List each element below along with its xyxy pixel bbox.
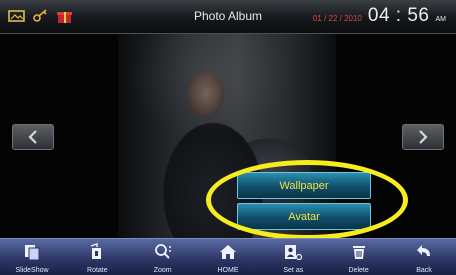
slideshow-button[interactable]: SlideShow (4, 239, 60, 275)
back-button[interactable]: Back (396, 239, 452, 275)
zoom-icon (154, 244, 171, 259)
rotate-button[interactable]: Rotate (69, 239, 125, 275)
clock: 01 / 22 / 2010 04 : 56 AM (313, 5, 446, 27)
slideshow-icon (25, 245, 40, 261)
set-as-icon (285, 245, 303, 261)
status-bar: Photo Album 01 / 22 / 2010 04 : 56 AM (0, 0, 456, 34)
zoom-label: Zoom (153, 267, 172, 274)
ampm-text: AM (435, 16, 447, 23)
rotate-label: Rotate (87, 267, 108, 274)
home-button[interactable]: HOME (200, 239, 256, 275)
delete-button[interactable]: Delete (331, 239, 387, 275)
trash-icon (352, 246, 365, 259)
chevron-left-icon (28, 130, 37, 144)
time-text: 04 : 56 (367, 5, 430, 26)
back-label: Back (416, 267, 432, 274)
home-icon (219, 245, 236, 259)
delete-label: Delete (348, 267, 369, 274)
set-as-label: Set as (283, 267, 304, 274)
bottom-toolbar: SlideShow Rotate Zoom HOME Set as Delete… (0, 238, 456, 275)
rotate-icon (91, 243, 102, 259)
photo-album-screen: Photo Album 01 / 22 / 2010 04 : 56 AM Wa… (0, 0, 456, 275)
home-label: HOME (217, 267, 239, 274)
highlight-ellipse (206, 160, 408, 240)
back-arrow-icon (416, 245, 430, 256)
date-text: 01 / 22 / 2010 (312, 14, 362, 23)
previous-photo-button[interactable] (12, 124, 54, 150)
slideshow-label: SlideShow (15, 267, 49, 274)
chevron-right-icon (419, 130, 428, 144)
zoom-button[interactable]: Zoom (135, 239, 191, 275)
set-as-button[interactable]: Set as (265, 239, 321, 275)
next-photo-button[interactable] (402, 124, 444, 150)
